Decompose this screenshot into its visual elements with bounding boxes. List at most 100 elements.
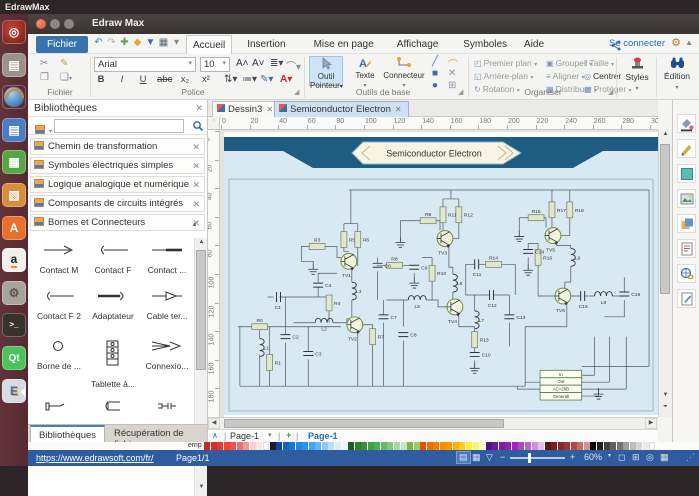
palette-color[interactable] — [597, 442, 603, 450]
connector-tool-button[interactable]: Connecteur▾ — [382, 56, 426, 86]
component-TV1[interactable] — [341, 253, 357, 270]
palette-color[interactable] — [492, 442, 498, 450]
palette-color[interactable] — [335, 442, 341, 450]
palette-color[interactable] — [551, 442, 557, 450]
launcher-dash[interactable]: ◎ — [2, 20, 26, 44]
component-gnd[interactable] — [395, 237, 405, 248]
palette-color[interactable] — [302, 442, 308, 450]
component-R17[interactable] — [549, 202, 555, 218]
save-icon[interactable]: ▼ — [144, 37, 157, 48]
palette-color[interactable] — [499, 442, 505, 450]
palette-color[interactable] — [486, 442, 492, 450]
search-icon[interactable] — [192, 119, 204, 137]
panel-tab-file-recovery[interactable]: Récupération de fichier — [106, 425, 207, 443]
file-menu-button[interactable]: Fichier — [36, 36, 88, 53]
library-item-3[interactable]: Logique analogique et numérique✕ — [30, 176, 205, 193]
component-R9[interactable] — [420, 218, 436, 224]
undo-icon[interactable]: ↶ — [92, 37, 105, 48]
launcher-calc[interactable]: ▦ — [2, 150, 26, 174]
component-TV6[interactable] — [555, 288, 571, 305]
text-tool-button[interactable]: A Texte▾ — [348, 56, 382, 86]
palette-color[interactable] — [348, 442, 354, 450]
normal-view-icon[interactable]: ▤ — [456, 451, 471, 464]
palette-color[interactable] — [532, 442, 538, 450]
palette-color[interactable] — [368, 442, 374, 450]
palette-color[interactable] — [401, 442, 407, 450]
palette-color[interactable] — [505, 442, 511, 450]
palette-color[interactable] — [473, 442, 479, 450]
symbol-contact[interactable]: Contact ... — [140, 242, 194, 275]
launcher-edraw[interactable]: E — [2, 379, 26, 403]
palette-color[interactable] — [204, 442, 210, 450]
symbol-contactf[interactable]: Contact F — [86, 242, 140, 275]
component-C4[interactable] — [313, 283, 323, 287]
library-scroll-up-icon[interactable]: ▲ — [188, 222, 201, 228]
menu-tab-aide[interactable]: Aide — [518, 35, 550, 54]
component-gnd[interactable] — [308, 263, 318, 274]
zoom-level[interactable]: 60% — [584, 452, 602, 462]
vertical-scrollbar[interactable]: ▲ ▼ ⏷ — [658, 130, 672, 417]
color-swatch-button[interactable] — [677, 164, 696, 183]
palette-color[interactable] — [387, 442, 393, 450]
zoom-slider[interactable] — [510, 457, 565, 459]
redo-icon[interactable]: ↷ — [105, 37, 118, 48]
palette-color[interactable] — [564, 442, 570, 450]
palette-color[interactable] — [361, 442, 367, 450]
palette-color[interactable] — [315, 442, 321, 450]
hyperlink-button[interactable] — [677, 264, 696, 283]
fit-page-icon[interactable]: ◻ — [618, 452, 625, 463]
palette-color[interactable] — [374, 442, 380, 450]
symbol-extra-11[interactable] — [140, 398, 194, 419]
palette-color[interactable] — [538, 442, 544, 450]
arc-text-icon[interactable]: ⌒▾ — [286, 58, 301, 73]
memo-button[interactable] — [677, 289, 696, 308]
grow-font-icon[interactable]: A˄ — [236, 58, 249, 69]
scroll-left-icon[interactable]: ◀ — [208, 418, 220, 429]
close-library-icon[interactable]: ✕ — [192, 178, 200, 193]
menu-tab-insertion[interactable]: Insertion — [241, 35, 291, 54]
component-gnd[interactable] — [594, 388, 604, 399]
zoom-in-icon[interactable]: + — [570, 452, 575, 462]
cut-icon[interactable]: ✂ — [40, 58, 48, 69]
page-selector[interactable]: Page-1 — [230, 431, 259, 441]
font-underline-button[interactable]: U — [136, 74, 150, 85]
fit-view-icon[interactable]: ▦ — [472, 452, 481, 463]
drawing-viewport[interactable]: Semiconductor Electron TV1TV2TV3TV4TV5TV… — [220, 130, 658, 417]
shrink-font-icon[interactable]: A˅ — [252, 58, 265, 69]
palette-color[interactable] — [604, 442, 610, 450]
font-size-select[interactable]: 10▾ — [200, 57, 230, 72]
launcher-settings[interactable]: ⚙ — [2, 281, 26, 305]
palette-color[interactable] — [342, 442, 348, 450]
launcher-amazon[interactable]: a — [2, 248, 26, 272]
presentation-view-icon[interactable]: ▽ — [486, 452, 493, 463]
close-tab-icon[interactable]: ✕ — [266, 105, 273, 114]
doc-tab-dessin3[interactable]: Dessin3✕ — [212, 101, 280, 117]
palette-color[interactable] — [322, 442, 328, 450]
arrange-aligner[interactable]: ≡Aligner ▾ — [546, 71, 585, 81]
rect-shape-icon[interactable]: ■ — [432, 68, 438, 79]
palette-color[interactable] — [584, 442, 590, 450]
component-gnd[interactable] — [514, 231, 524, 242]
symbol-connexio[interactable]: Connexio... — [140, 338, 194, 371]
zoom-slider-handle[interactable] — [528, 453, 531, 463]
palette-color[interactable] — [558, 442, 564, 450]
arrange-arrière-plan[interactable]: ◱Arrière-plan ▾ — [474, 71, 533, 81]
library-book-icon[interactable]: ▾ — [32, 120, 52, 138]
open-icon[interactable]: ◆ — [131, 37, 144, 48]
font-bold-button[interactable]: B — [94, 74, 108, 85]
launcher-software-center[interactable]: A — [2, 216, 26, 240]
font-superscript-button[interactable]: x² — [199, 74, 213, 85]
font-group-expander-icon[interactable]: ◢ — [294, 88, 299, 96]
horizontal-scrollbar[interactable]: ◀ ▶ — [208, 417, 658, 429]
highlight-icon[interactable]: ✎▾ — [260, 74, 273, 85]
palette-color[interactable] — [617, 442, 623, 450]
symbol-adaptateur[interactable]: Adaptateur — [86, 288, 140, 321]
close-library-icon[interactable]: ✕ — [192, 159, 200, 174]
component-gnd[interactable] — [409, 277, 419, 288]
palette-color[interactable] — [525, 442, 531, 450]
component-R18[interactable] — [567, 202, 573, 218]
resize-grip[interactable]: ⋰ — [686, 452, 695, 463]
palette-color[interactable] — [577, 442, 583, 450]
fill-tool-button[interactable] — [677, 114, 696, 133]
pointer-tool-button[interactable]: OutilPointeur▾ — [309, 56, 343, 86]
